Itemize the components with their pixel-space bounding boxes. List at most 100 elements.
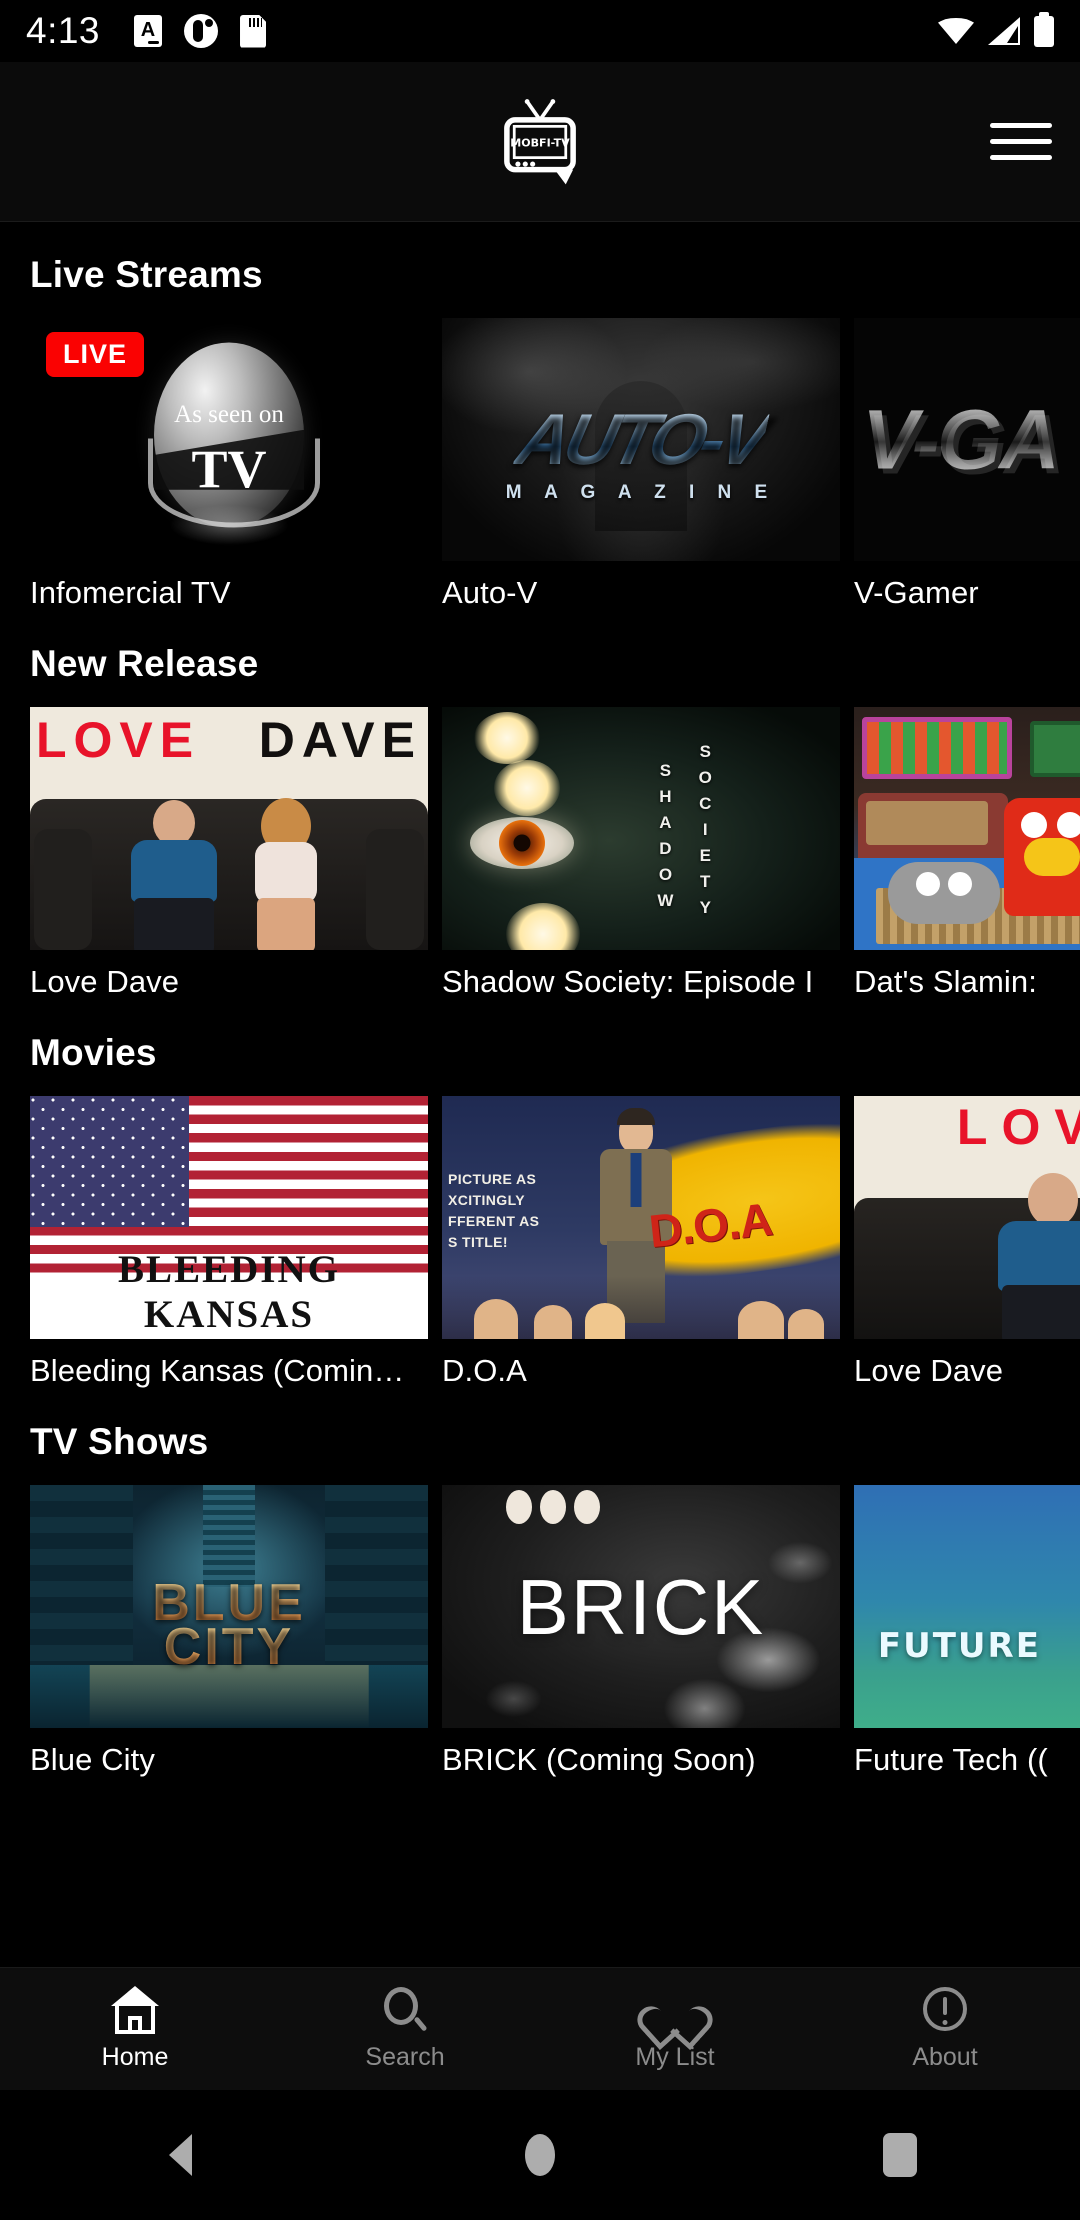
android-back-button[interactable] <box>0 2134 360 2176</box>
poster-text-primary: BRICK <box>516 1562 766 1651</box>
card-thumbnail[interactable]: V-GA <box>854 318 1080 561</box>
figure-man <box>988 1173 1080 1339</box>
section-title: Movies <box>30 1032 157 1073</box>
section-title: New Release <box>30 643 259 684</box>
section-title: Live Streams <box>30 254 263 295</box>
card-thumbnail[interactable]: LOVE DAVE <box>30 707 428 950</box>
carousel-movies[interactable]: BLEEDING KANSAS Bleeding Kansas (Comin… … <box>0 1096 1080 1389</box>
tab-home[interactable]: Home <box>0 1986 270 2072</box>
sd-card-icon <box>240 14 267 48</box>
poster-text-secondary: DAVE <box>258 712 422 768</box>
carousel-new-release[interactable]: LOVE DAVE Love Dave S H A D O W S O C I … <box>0 707 1080 1000</box>
tab-my-list[interactable]: My List <box>540 1986 810 2072</box>
tab-about[interactable]: About <box>810 1986 1080 2072</box>
section-new-release: New Release LOVE DAVE Love Dave S H A D … <box>0 611 1080 1000</box>
bokeh-light-1 <box>473 711 540 764</box>
tab-label: Search <box>365 2043 445 2071</box>
bleeding-kansas-art: BLEEDING KANSAS <box>30 1096 428 1339</box>
shadow-society-art: SHADOW SOCIETY <box>442 707 840 950</box>
crowd-figures <box>442 1275 840 1339</box>
section-title: TV Shows <box>30 1421 209 1462</box>
poster-text-primary: SHADOW <box>657 761 675 911</box>
card-brick[interactable]: BRICK BRICK (Coming Soon) <box>442 1485 840 1778</box>
svg-text:MOBFI-TV: MOBFI-TV <box>510 136 570 149</box>
card-thumbnail[interactable]: SHADOW SOCIETY <box>442 707 840 950</box>
bokeh-light-2 <box>493 760 560 817</box>
card-thumbnail[interactable]: BLUE CITY <box>30 1485 428 1728</box>
poster-text-primary: LOVE <box>956 1099 1080 1155</box>
home-icon <box>111 1986 159 2034</box>
hamburger-line-1 <box>990 123 1052 128</box>
carousel-tv-shows[interactable]: BLUE CITY Blue City BRICK BRICK (Coming … <box>0 1485 1080 1778</box>
bokeh-light-3 <box>505 902 580 950</box>
card-auto-v[interactable]: AUTO-V M A G A Z I N E Auto-V <box>442 318 840 611</box>
card-thumbnail[interactable]: BRICK <box>442 1485 840 1728</box>
card-thumbnail[interactable]: FUTURE <box>854 1485 1080 1728</box>
section-movies: Movies BLEEDING KANSAS Bleeding Kansas (… <box>0 1000 1080 1389</box>
wifi-icon <box>938 18 974 44</box>
poster-text-primary: LOVE <box>36 712 201 768</box>
section-live-streams: Live Streams As seen on TV LIVE Infomerc… <box>0 222 1080 611</box>
card-title: Love Dave <box>30 964 180 999</box>
card-bleeding-kansas[interactable]: BLEEDING KANSAS Bleeding Kansas (Comin… <box>30 1096 428 1389</box>
love-dave-portrait-art: LOVE <box>854 1096 1080 1339</box>
document-a-icon: A <box>134 15 163 47</box>
status-bar-clock: 4:13 <box>26 10 101 51</box>
card-doa[interactable]: PICTURE AS XCITINGLY FFERENT AS S TITLE! D.… <box>442 1096 840 1389</box>
poster-text-primary: BLEEDING KANSAS <box>118 1248 340 1336</box>
card-title: Auto-V <box>442 575 538 610</box>
card-thumbnail[interactable]: PICTURE AS XCITINGLY FFERENT AS S TITLE! D.… <box>442 1096 840 1339</box>
love-dave-poster-art: LOVE DAVE <box>30 707 428 950</box>
sphere-reflection <box>169 505 289 545</box>
card-infomercial-tv[interactable]: As seen on TV LIVE Infomercial TV <box>30 318 428 611</box>
recents-square-icon <box>883 2133 917 2177</box>
section-tv-shows: TV Shows BLUE CITY Blue City BRICK BRICK… <box>0 1389 1080 1778</box>
poster-text-primary: FUTURE <box>877 1625 1041 1666</box>
home-content: Live Streams As seen on TV LIVE Infomerc… <box>0 222 1080 1782</box>
card-title: V-Gamer <box>854 575 979 610</box>
circuit-figure-body <box>1069 1509 1080 1718</box>
mobfi-tv-logo[interactable]: MOBFI-TV <box>494 96 586 188</box>
card-v-gamer[interactable]: V-GA V-Gamer <box>854 318 1080 611</box>
app-header: MOBFI-TV <box>0 62 1080 222</box>
android-recents-button[interactable] <box>720 2133 1080 2177</box>
card-thumbnail[interactable]: LOVE <box>854 1096 1080 1339</box>
card-title: Future Tech (( <box>854 1742 1048 1777</box>
card-thumbnail[interactable]: As seen on TV LIVE <box>30 318 428 561</box>
android-navigation-bar <box>0 2090 1080 2220</box>
card-title: Blue City <box>30 1742 155 1777</box>
live-badge: LIVE <box>46 332 145 378</box>
card-title: BRICK (Coming Soon) <box>442 1742 756 1777</box>
hamburger-menu-icon[interactable] <box>990 117 1052 167</box>
card-thumbnail[interactable]: AUTO-V M A G A Z I N E <box>442 318 840 561</box>
card-future-tech[interactable]: FUTURE Future Tech (( <box>854 1485 1080 1778</box>
app-circle-icon <box>184 14 219 48</box>
card-thumbnail[interactable] <box>854 707 1080 950</box>
poster-text-primary: V-GA <box>862 392 1060 486</box>
bottom-tab-bar: Home Search My List About <box>0 1967 1080 2090</box>
poster-text-secondary: PICTURE AS XCITINGLY FFERENT AS S TITLE! <box>448 1170 540 1250</box>
card-thumbnail[interactable]: BLEEDING KANSAS <box>30 1096 428 1339</box>
info-exclamation-icon <box>921 1986 969 2034</box>
status-bar-notification-icons: A <box>134 14 267 48</box>
plush-bird <box>1004 798 1080 916</box>
card-love-dave-movie[interactable]: LOVE Love Dave <box>854 1096 1080 1389</box>
card-title: Bleeding Kansas (Comin… <box>30 1353 405 1388</box>
card-love-dave[interactable]: LOVE DAVE Love Dave <box>30 707 428 1000</box>
hamburger-line-3 <box>990 155 1052 160</box>
carousel-live-streams[interactable]: As seen on TV LIVE Infomercial TV AUTO-V… <box>0 318 1080 611</box>
future-tech-art: FUTURE <box>854 1485 1080 1728</box>
tab-search[interactable]: Search <box>270 1986 540 2072</box>
v-gamer-chrome-art: V-GA <box>854 318 1080 561</box>
wall-sign-2 <box>1030 721 1080 777</box>
poster-text-secondary: TV <box>191 438 267 499</box>
poster-text-secondary: CITY <box>30 1621 428 1673</box>
card-blue-city[interactable]: BLUE CITY Blue City <box>30 1485 428 1778</box>
doa-noir-art: PICTURE AS XCITINGLY FFERENT AS S TITLE! D.… <box>442 1096 840 1339</box>
card-dats-slamin[interactable]: Dat's Slamin: <box>854 707 1080 1000</box>
tab-label: My List <box>635 2043 715 2071</box>
android-home-button[interactable] <box>360 2134 720 2176</box>
card-title: Dat's Slamin: <box>854 964 1037 999</box>
card-shadow-society[interactable]: SHADOW SOCIETY Shadow Society: Episode I <box>442 707 840 1000</box>
dats-slamin-diner-art <box>854 707 1080 950</box>
